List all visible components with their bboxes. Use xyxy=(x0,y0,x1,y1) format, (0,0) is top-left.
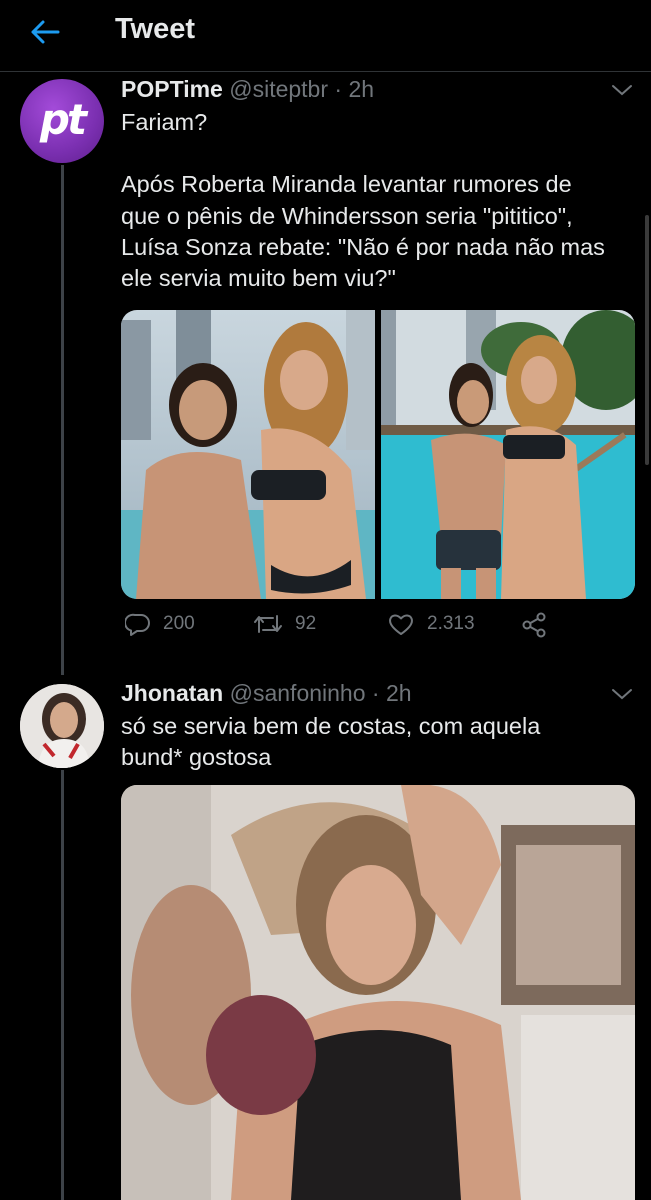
tweet-text-line: que o pênis de Whindersson seria "pititi… xyxy=(121,202,573,229)
avatar-photo xyxy=(20,684,104,768)
tweet-header: POPTime @siteptbr · 2h xyxy=(121,76,374,103)
tweet-text-line: ele servia muito bem viu?" xyxy=(121,265,396,292)
retweet-button[interactable]: 92 xyxy=(253,612,316,636)
display-name[interactable]: POPTime xyxy=(121,76,223,102)
tweet-text-line: Após Roberta Miranda levantar rumores de xyxy=(121,171,572,198)
share-button[interactable] xyxy=(521,612,559,638)
tweet-text: só se servia bem de costas, com aquela b… xyxy=(121,711,641,774)
heart-icon xyxy=(389,614,413,635)
arrow-left-icon xyxy=(31,20,60,44)
tweet-text-line: bund* gostosa xyxy=(121,744,272,771)
reply-icon xyxy=(125,613,150,636)
tweet-menu-button[interactable] xyxy=(608,76,636,104)
avatar[interactable] xyxy=(20,684,104,768)
user-handle[interactable]: @sanfoninho xyxy=(230,680,366,706)
tweet-header: Jhonatan @sanfoninho · 2h xyxy=(121,680,412,707)
app-header: Tweet xyxy=(0,0,651,72)
thread-connector xyxy=(61,165,64,675)
avatar-logo-text: pt xyxy=(39,94,87,144)
chevron-down-icon xyxy=(612,85,632,96)
tweet-text: Fariam? Após Roberta Miranda levantar ru… xyxy=(121,107,641,294)
thread-connector xyxy=(61,770,64,1200)
tweet-video-thumbnail[interactable] xyxy=(121,785,635,1200)
chevron-down-icon xyxy=(612,689,632,700)
tweet-text-line: Fariam? xyxy=(121,109,208,135)
scrollbar[interactable] xyxy=(645,215,649,465)
share-icon xyxy=(522,612,546,638)
page-title: Tweet xyxy=(115,13,196,45)
like-count: 2.313 xyxy=(427,613,475,634)
avatar[interactable]: pt xyxy=(20,79,104,163)
display-name[interactable]: Jhonatan xyxy=(121,680,223,706)
back-button[interactable] xyxy=(22,12,68,52)
tweet-text-line: Luísa Sonza rebate: "Não é por nada não … xyxy=(121,233,605,260)
tweet-menu-button[interactable] xyxy=(608,680,636,708)
tweet-time: · 2h xyxy=(334,76,375,102)
tweet-text-line xyxy=(121,138,641,169)
tweet-text-line: só se servia bem de costas, com aquela xyxy=(121,713,541,739)
tweet-time: · 2h xyxy=(371,680,412,706)
tweet-photo[interactable] xyxy=(121,310,375,599)
like-button[interactable]: 2.313 xyxy=(387,612,475,636)
retweet-icon xyxy=(254,615,282,633)
reply-button[interactable]: 200 xyxy=(125,612,195,636)
user-handle[interactable]: @siteptbr xyxy=(229,76,328,102)
tweet-actions: 200 92 2.313 xyxy=(121,612,641,652)
retweet-count: 92 xyxy=(295,613,317,634)
tweet-photo[interactable] xyxy=(381,310,635,599)
reply-count: 200 xyxy=(163,613,195,634)
